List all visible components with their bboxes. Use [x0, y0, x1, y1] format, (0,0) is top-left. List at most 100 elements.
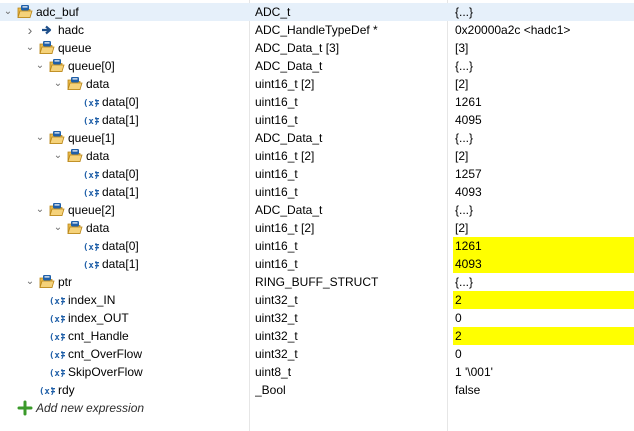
- expression-name-cell[interactable]: ⌄ queue: [0, 39, 250, 57]
- expression-name: data[1]: [102, 185, 139, 199]
- expression-name-cell[interactable]: (x) index_IN: [0, 291, 250, 309]
- expression-name-cell[interactable]: ⌄ data: [0, 219, 250, 237]
- expression-row[interactable]: ⌄ queue[1] ADC_Data_t {...}: [0, 129, 634, 147]
- expression-name-cell[interactable]: › hadc: [0, 21, 250, 39]
- expression-row[interactable]: ⌄ data uint16_t [2] [2]: [0, 147, 634, 165]
- expression-name-cell[interactable]: (x) data[0]: [0, 165, 250, 183]
- expression-value-cell[interactable]: {...}: [453, 273, 634, 291]
- add-icon[interactable]: [17, 400, 33, 416]
- expression-value: 4093: [455, 257, 482, 271]
- expression-name-cell[interactable]: ⌄ ptr: [0, 273, 250, 291]
- expression-row[interactable]: (x) rdy _Bool false: [0, 381, 634, 399]
- expression-row[interactable]: ⌄ queue[2] ADC_Data_t {...}: [0, 201, 634, 219]
- expression-row[interactable]: ⌄ adc_buf ADC_t {...}: [0, 3, 634, 21]
- expression-row[interactable]: (x) data[0] uint16_t 1261: [0, 93, 634, 111]
- expression-name-cell[interactable]: (x) SkipOverFlow: [0, 363, 250, 381]
- expression-name-cell[interactable]: (x) data[1]: [0, 255, 250, 273]
- expression-value-cell[interactable]: 0: [453, 345, 634, 363]
- expression-value: false: [455, 383, 481, 397]
- expression-value-cell[interactable]: {...}: [453, 129, 634, 147]
- expression-type-cell: uint32_t: [255, 293, 298, 307]
- add-expression-row[interactable]: Add new expression: [0, 399, 634, 417]
- changed-value-cell[interactable]: 2: [453, 291, 634, 309]
- expression-value: 4093: [455, 185, 482, 199]
- expression-row[interactable]: (x) data[1] uint16_t 4093: [0, 255, 634, 273]
- expression-row[interactable]: ⌄ data uint16_t [2] [2]: [0, 219, 634, 237]
- expression-value: 0x20000a2c <hadc1>: [455, 23, 571, 37]
- expression-row[interactable]: ⌄ data uint16_t [2] [2]: [0, 75, 634, 93]
- expand-toggle-icon[interactable]: ⌄: [23, 39, 37, 57]
- expression-value-cell[interactable]: [3]: [453, 39, 634, 57]
- expression-row[interactable]: (x) cnt_OverFlow uint32_t 0: [0, 345, 634, 363]
- expression-name-cell[interactable]: (x) index_OUT: [0, 309, 250, 327]
- expression-name-cell[interactable]: (x) cnt_Handle: [0, 327, 250, 345]
- expression-row[interactable]: › hadc ADC_HandleTypeDef * 0x20000a2c <hadc…: [0, 21, 634, 39]
- expression-name-cell[interactable]: ⌄ data: [0, 147, 250, 165]
- expand-toggle-icon[interactable]: ⌄: [51, 147, 65, 165]
- expression-value-cell[interactable]: false: [453, 381, 634, 399]
- expression-name-cell[interactable]: ⌄ queue[1]: [0, 129, 250, 147]
- expand-toggle-icon[interactable]: ⌄: [33, 57, 47, 75]
- expression-name: rdy: [58, 383, 75, 397]
- expression-name-cell[interactable]: ⌄ adc_buf: [0, 3, 250, 21]
- expand-toggle-icon[interactable]: ⌄: [23, 273, 37, 291]
- expression-row[interactable]: (x) index_OUT uint32_t 0: [0, 309, 634, 327]
- expression-value-cell[interactable]: {...}: [453, 201, 634, 219]
- variable-icon: (x): [49, 310, 65, 326]
- expression-value-cell[interactable]: {...}: [453, 3, 634, 21]
- expression-row[interactable]: ⌄ ptr RING_BUFF_STRUCT {...}: [0, 273, 634, 291]
- expression-name-cell[interactable]: (x) rdy: [0, 381, 250, 399]
- expression-row[interactable]: ⌄ queue[0] ADC_Data_t {...}: [0, 57, 634, 75]
- expression-value-cell[interactable]: 1261: [453, 93, 634, 111]
- expression-name-cell[interactable]: ⌄ queue[0]: [0, 57, 250, 75]
- expression-value-cell[interactable]: {...}: [453, 57, 634, 75]
- changed-value-cell[interactable]: 2: [453, 327, 634, 345]
- expression-name-cell[interactable]: (x) data[0]: [0, 237, 250, 255]
- expand-toggle-icon[interactable]: ⌄: [33, 201, 47, 219]
- expression-value-cell[interactable]: [2]: [453, 75, 634, 93]
- expand-toggle-icon[interactable]: ⌄: [51, 219, 65, 237]
- expression-type-cell: uint32_t: [255, 347, 298, 361]
- collapse-toggle-icon[interactable]: ›: [23, 21, 37, 39]
- expression-row[interactable]: (x) cnt_Handle uint32_t 2: [0, 327, 634, 345]
- add-new-expression-label[interactable]: Add new expression: [36, 399, 144, 417]
- expression-value-cell[interactable]: [2]: [453, 219, 634, 237]
- expression-name: queue[1]: [68, 131, 115, 145]
- expression-name-cell[interactable]: (x) data[0]: [0, 93, 250, 111]
- expression-row[interactable]: (x) data[0] uint16_t 1257: [0, 165, 634, 183]
- expression-value: [2]: [455, 149, 469, 163]
- expression-row[interactable]: (x) data[1] uint16_t 4095: [0, 111, 634, 129]
- expression-value-cell[interactable]: [453, 399, 634, 417]
- struct-icon: [39, 274, 55, 290]
- expression-type-cell: _Bool: [255, 383, 286, 397]
- expression-row[interactable]: (x) data[1] uint16_t 4093: [0, 183, 634, 201]
- expression-name-cell[interactable]: Add new expression: [0, 399, 250, 417]
- expression-name-cell[interactable]: ⌄ queue[2]: [0, 201, 250, 219]
- expression-row[interactable]: (x) data[0] uint16_t 1261: [0, 237, 634, 255]
- expression-value-cell[interactable]: 4093: [453, 183, 634, 201]
- expression-name-cell[interactable]: (x) data[1]: [0, 183, 250, 201]
- expression-row[interactable]: (x) SkipOverFlow uint8_t 1 '\001': [0, 363, 634, 381]
- expression-value-cell[interactable]: 4095: [453, 111, 634, 129]
- expand-toggle-icon[interactable]: ⌄: [33, 129, 47, 147]
- expand-toggle-icon[interactable]: ⌄: [51, 75, 65, 93]
- expand-toggle-icon[interactable]: ⌄: [1, 3, 15, 21]
- expression-type-cell: ADC_Data_t: [255, 131, 323, 145]
- expression-type-cell: uint8_t: [255, 365, 292, 379]
- expression-name: queue[2]: [68, 203, 115, 217]
- expression-value-cell[interactable]: [2]: [453, 147, 634, 165]
- expression-value-cell[interactable]: 1 '\001': [453, 363, 634, 381]
- expression-value-cell[interactable]: 1257: [453, 165, 634, 183]
- expression-value-cell[interactable]: 0: [453, 309, 634, 327]
- expression-name: data: [86, 149, 110, 163]
- expression-name-cell[interactable]: (x) cnt_OverFlow: [0, 345, 250, 363]
- expression-name-cell[interactable]: ⌄ data: [0, 75, 250, 93]
- expression-value-cell[interactable]: 0x20000a2c <hadc1>: [453, 21, 634, 39]
- changed-value-cell[interactable]: 4093: [453, 255, 634, 273]
- struct-icon: [17, 4, 33, 20]
- expression-value: {...}: [455, 203, 474, 217]
- expression-row[interactable]: (x) index_IN uint32_t 2: [0, 291, 634, 309]
- expression-name-cell[interactable]: (x) data[1]: [0, 111, 250, 129]
- changed-value-cell[interactable]: 1261: [453, 237, 634, 255]
- expression-row[interactable]: ⌄ queue ADC_Data_t [3] [3]: [0, 39, 634, 57]
